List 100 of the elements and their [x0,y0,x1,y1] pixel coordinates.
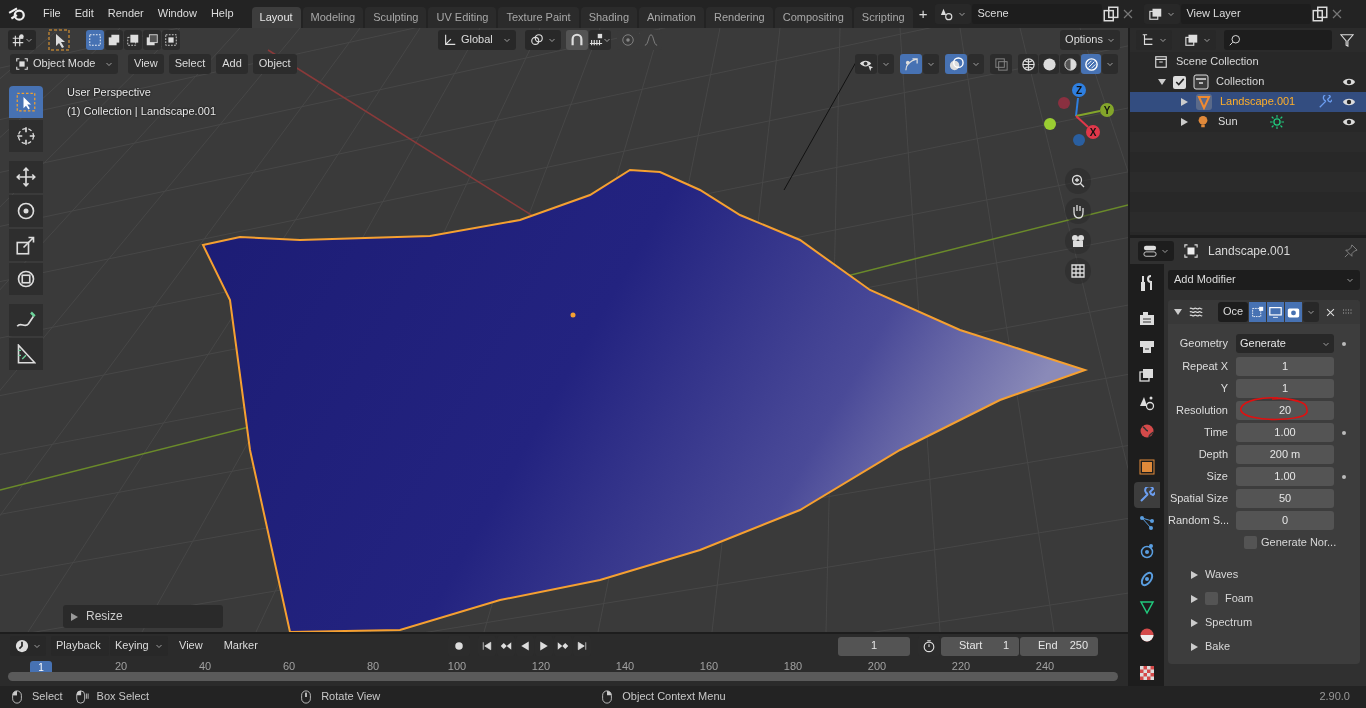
snap-toggle[interactable] [566,30,588,50]
copy-icon[interactable] [1311,5,1330,23]
number-field[interactable]: 200 m [1236,445,1334,464]
menu-item[interactable]: Window [150,7,204,21]
workspace-tab[interactable]: Rendering [705,6,773,28]
outliner-row[interactable]: Landscape.001 [1130,92,1366,112]
name-field[interactable]: Scene [972,4,1103,24]
editor-type-button[interactable] [1138,241,1174,261]
mode-dropdown[interactable]: Object Mode [10,54,118,74]
rotate-tool[interactable] [9,195,43,227]
collapse-arrow-icon[interactable] [1174,308,1182,316]
end-frame-field[interactable]: End 250 [1020,636,1098,656]
workspace-tab[interactable]: UV Editing [428,6,497,28]
copy-icon[interactable] [1102,5,1121,23]
subpanel-header[interactable]: Waves [1190,567,1360,583]
menu-button[interactable]: View [169,636,213,656]
expand-arrow-icon[interactable] [1180,118,1188,126]
solid-shading-button[interactable] [1039,54,1059,74]
workspace-tab[interactable]: Sculpting [365,6,427,28]
orientation-dropdown[interactable]: Global [438,30,516,50]
subpanel-header[interactable]: Foam [1190,591,1360,607]
gizmos-toggle[interactable] [900,54,922,74]
menu-button[interactable]: Keying [110,636,168,656]
options-dropdown[interactable]: Options [1060,30,1120,50]
wireframe-shading-button[interactable] [1018,54,1038,74]
search-field[interactable] [1224,30,1332,50]
checkbox-label[interactable]: Generate Nor... [1261,536,1337,550]
menu-button[interactable]: Object [252,54,297,74]
pivot-dropdown[interactable] [525,30,561,50]
current-frame-field[interactable]: 1 [838,636,910,656]
add-workspace-button[interactable]: + [914,5,932,23]
close-icon[interactable] [1325,306,1336,318]
axis-handle[interactable]: Y [1100,103,1114,117]
camera-toggle[interactable] [1285,302,1302,322]
selectability-toggle[interactable] [855,54,877,74]
cursor-tool[interactable] [9,120,43,152]
axis-handle[interactable]: Z [1072,83,1086,97]
overlays-toggle[interactable] [945,54,967,74]
select-mode-button[interactable] [105,30,123,50]
axis-handle[interactable]: X [1086,125,1100,139]
measure-tool[interactable] [9,338,43,370]
number-field[interactable]: 50 [1236,489,1334,508]
transform-tool[interactable] [9,263,43,295]
zoom-button[interactable] [1065,168,1091,194]
funnel-icon[interactable] [1340,33,1354,47]
workspace-tab[interactable]: Layout [251,6,301,28]
number-field[interactable]: 0 [1236,511,1334,530]
select-mode-button[interactable] [162,30,180,50]
subpanel-header[interactable]: Bake [1190,639,1360,655]
select-mode-button[interactable] [124,30,142,50]
expand-arrow-icon[interactable] [1190,570,1198,579]
subpanel-header[interactable]: Spectrum [1190,615,1360,631]
select-tool[interactable] [9,86,43,118]
collection-name[interactable]: Collection [1216,75,1265,89]
collection-name[interactable]: Scene Collection [1176,55,1259,69]
start-frame-field[interactable]: Start 1 [941,636,1019,656]
workspace-tab[interactable]: Compositing [774,6,852,28]
expand-arrow-icon[interactable] [1190,618,1198,627]
outliner-row[interactable]: Sun [1130,112,1366,132]
dropdown-button[interactable] [923,54,939,74]
workspace-tab[interactable]: Texture Paint [498,6,579,28]
pan-button[interactable] [1065,198,1091,224]
menu-button[interactable]: Playback [51,636,109,656]
annotate-tool[interactable] [9,304,43,336]
snap-target-dropdown[interactable] [589,30,611,50]
expand-arrow-icon[interactable] [1190,594,1198,603]
scene-button[interactable] [935,4,972,24]
edit-mode-toggle[interactable] [1249,302,1266,322]
menu-button[interactable]: Select [168,54,212,74]
add-modifier-dropdown[interactable]: Add Modifier [1168,270,1360,290]
workspace-tab[interactable]: Animation [639,6,704,28]
checkbox[interactable] [1173,75,1186,89]
name-field[interactable]: View Layer [1181,4,1312,24]
move-tool[interactable] [9,161,43,193]
menu-item[interactable]: Edit [67,7,101,21]
blender-logo-icon[interactable] [8,5,26,23]
dropdown-button[interactable] [968,54,984,74]
number-field[interactable]: 1 [1236,357,1334,376]
object-name[interactable]: Sun [1218,115,1238,129]
menu-item[interactable]: File [36,7,68,21]
menu-item[interactable]: Help [203,7,241,21]
dropdown-button[interactable] [1303,302,1319,322]
axis-gizmo-drawing[interactable] [1044,97,1101,146]
workspace-tab[interactable]: Scripting [853,6,913,28]
wrench-icon[interactable] [1318,95,1332,109]
object-name[interactable]: Landscape.001 [1220,95,1296,109]
menu-button[interactable]: Marker [213,636,268,656]
grid-button[interactable] [1065,258,1091,284]
number-field[interactable]: 1.00 [1236,467,1334,486]
select-mode-button[interactable] [143,30,161,50]
number-field[interactable]: 1 [1236,379,1334,398]
menu-button[interactable]: View [128,54,164,74]
keyframe-dot[interactable] [1342,341,1346,346]
menu-item[interactable]: Render [100,7,151,21]
material-shading-button[interactable] [1060,54,1080,74]
geometry-dropdown[interactable]: Generate [1236,334,1334,353]
scrollbar[interactable] [8,672,1118,681]
pin-icon[interactable] [1344,244,1358,258]
number-field[interactable]: 1.00 [1236,423,1334,442]
select-tool-icon[interactable] [48,29,70,51]
